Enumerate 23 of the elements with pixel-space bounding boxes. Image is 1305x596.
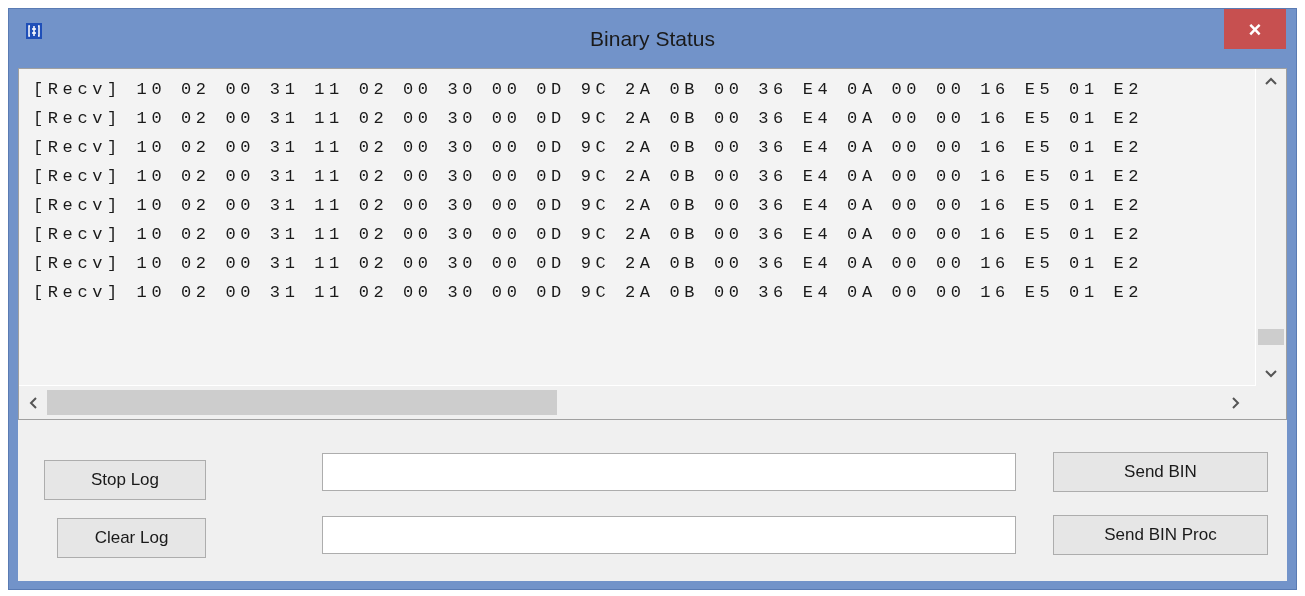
input-field[interactable]	[322, 453, 1016, 491]
scroll-down-icon[interactable]	[1265, 370, 1277, 378]
log-line: [Recv] 10 02 00 31 11 02 00 30 00 0D 9C 2A 0B 00 36 E4 0A 00 00 16 E5 01 E2	[33, 282, 1144, 304]
scroll-thumb[interactable]	[47, 390, 557, 415]
log-line: [Recv] 10 02 00 31 11 02 00 30 00 0D 9C 2A 0B 00 36 E4 0A 00 00 16 E5 01 E2	[33, 166, 1144, 188]
scroll-right-icon[interactable]	[1232, 396, 1240, 409]
log-line: [Recv] 10 02 00 31 11 02 00 30 00 0D 9C 2A 0B 00 36 E4 0A 00 00 16 E5 01 E2	[33, 79, 1144, 101]
log-line: [Recv] 10 02 00 31 11 02 00 30 00 0D 9C 2A 0B 00 36 E4 0A 00 00 16 E5 01 E2	[33, 253, 1144, 275]
send-bin-proc-button[interactable]: Send BIN Proc	[1053, 515, 1268, 555]
stop-log-button[interactable]: Stop Log	[44, 459, 206, 500]
app-icon	[26, 23, 42, 39]
scroll-left-icon[interactable]	[29, 396, 37, 409]
log-line: [Recv] 10 02 00 31 11 02 00 30 00 0D 9C 2A 0B 00 36 E4 0A 00 00 16 E5 01 E2	[33, 108, 1144, 130]
log-line: [Recv] 10 02 00 31 11 02 00 30 00 0D 9C 2A 0B 00 36 E4 0A 00 00 16 E5 01 E2	[33, 224, 1144, 246]
scroll-up-icon[interactable]	[1265, 77, 1277, 85]
window-title: Binary Status	[590, 25, 715, 52]
close-button[interactable]: ×	[1224, 9, 1286, 49]
log-line: [Recv] 10 02 00 31 11 02 00 30 00 0D 9C 2A 0B 00 36 E4 0A 00 00 16 E5 01 E2	[33, 137, 1144, 159]
send-bin-button[interactable]: Send BIN	[1053, 452, 1268, 492]
log-line: [Recv] 10 02 00 31 11 02 00 30 00 0D 9C 2A 0B 00 36 E4 0A 00 00 16 E5 01 E2	[33, 195, 1144, 217]
clear-log-button[interactable]: Clear Log	[57, 517, 206, 558]
scroll-thumb[interactable]	[1258, 329, 1284, 345]
input-field[interactable]	[322, 516, 1016, 554]
